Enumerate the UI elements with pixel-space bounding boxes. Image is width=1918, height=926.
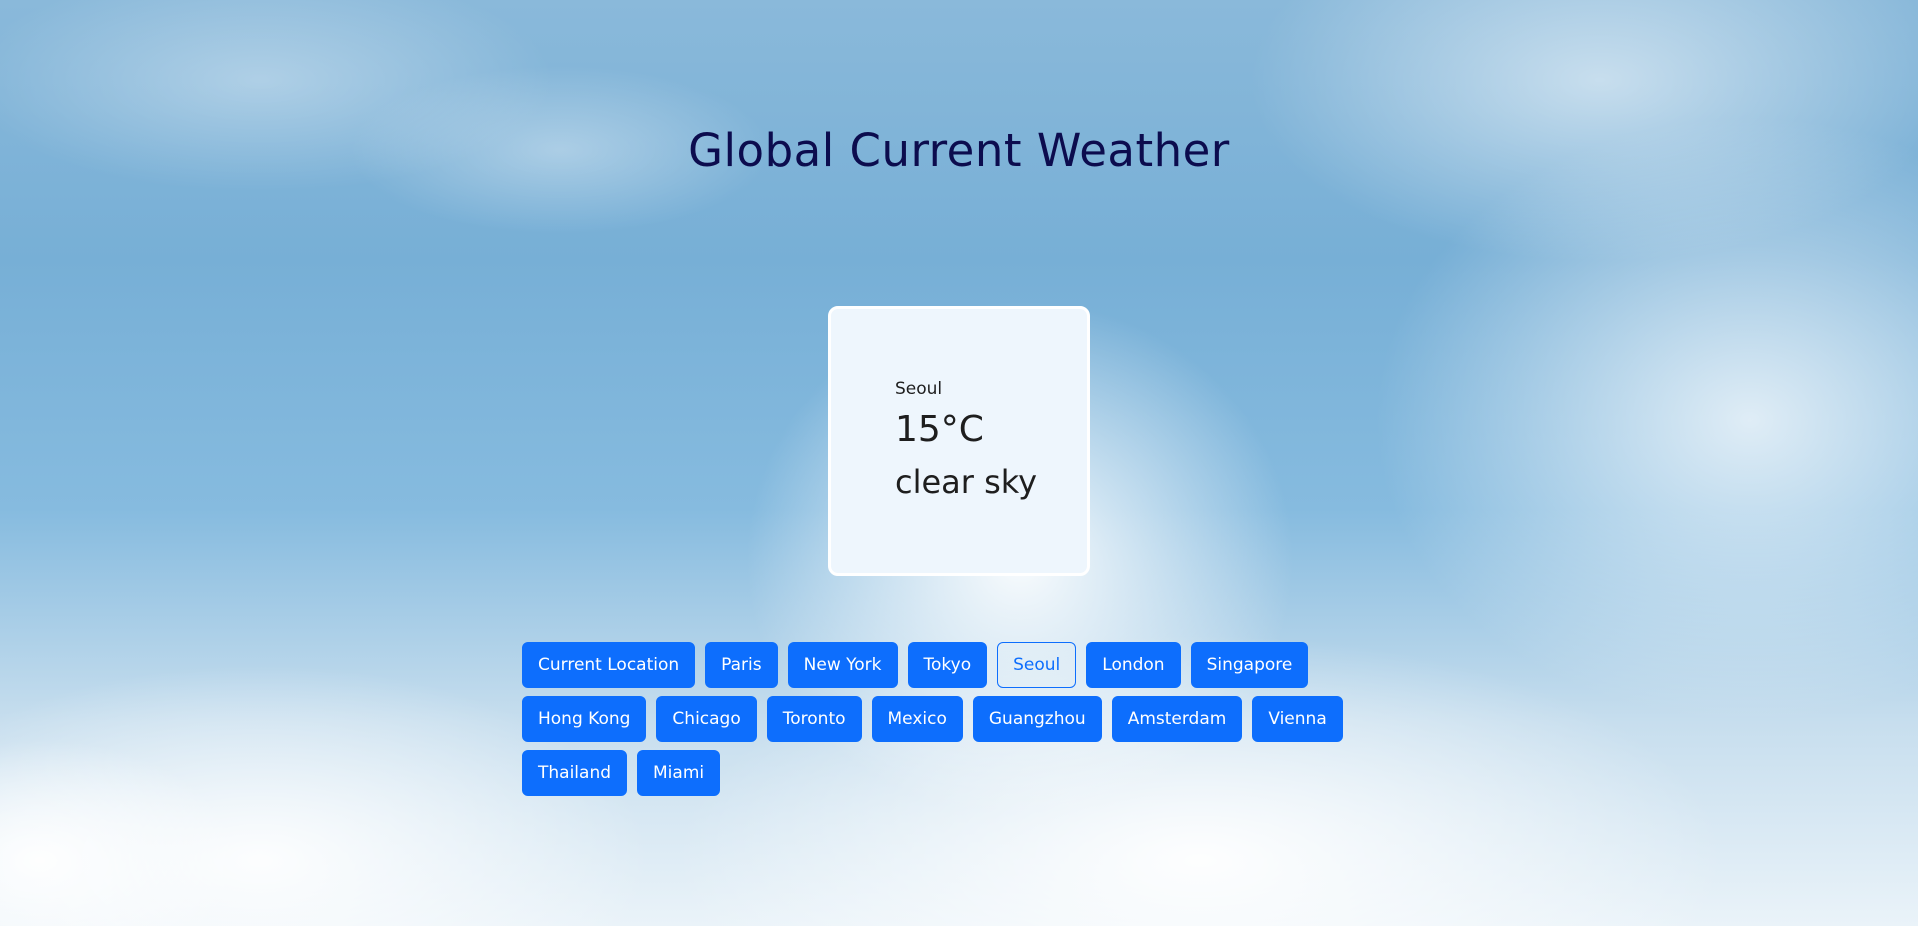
page-title: Global Current Weather bbox=[688, 124, 1230, 177]
city-button-paris[interactable]: Paris bbox=[705, 642, 778, 688]
city-button-hong-kong[interactable]: Hong Kong bbox=[522, 696, 647, 742]
weather-card: Seoul 15°C clear sky bbox=[828, 306, 1090, 576]
city-button-chicago[interactable]: Chicago bbox=[656, 696, 757, 742]
city-button-new-york[interactable]: New York bbox=[787, 642, 898, 688]
city-button-london[interactable]: London bbox=[1086, 642, 1181, 688]
city-button-amsterdam[interactable]: Amsterdam bbox=[1111, 696, 1243, 742]
city-button-thailand[interactable]: Thailand bbox=[522, 750, 628, 796]
weather-description: clear sky bbox=[895, 463, 1038, 501]
city-button-tokyo[interactable]: Tokyo bbox=[907, 642, 988, 688]
city-button-toronto[interactable]: Toronto bbox=[766, 696, 862, 742]
weather-temperature: 15°C bbox=[895, 409, 984, 450]
city-button-miami[interactable]: Miami bbox=[637, 750, 721, 796]
city-button-group: Current Location Paris New York Tokyo Se… bbox=[522, 642, 1362, 796]
city-button-singapore[interactable]: Singapore bbox=[1190, 642, 1309, 688]
city-button-guangzhou[interactable]: Guangzhou bbox=[972, 696, 1102, 742]
city-button-mexico[interactable]: Mexico bbox=[871, 696, 963, 742]
city-button-vienna[interactable]: Vienna bbox=[1252, 696, 1343, 742]
city-button-current-location[interactable]: Current Location bbox=[522, 642, 696, 688]
city-button-seoul[interactable]: Seoul bbox=[997, 642, 1077, 688]
weather-city-name: Seoul bbox=[895, 379, 943, 399]
